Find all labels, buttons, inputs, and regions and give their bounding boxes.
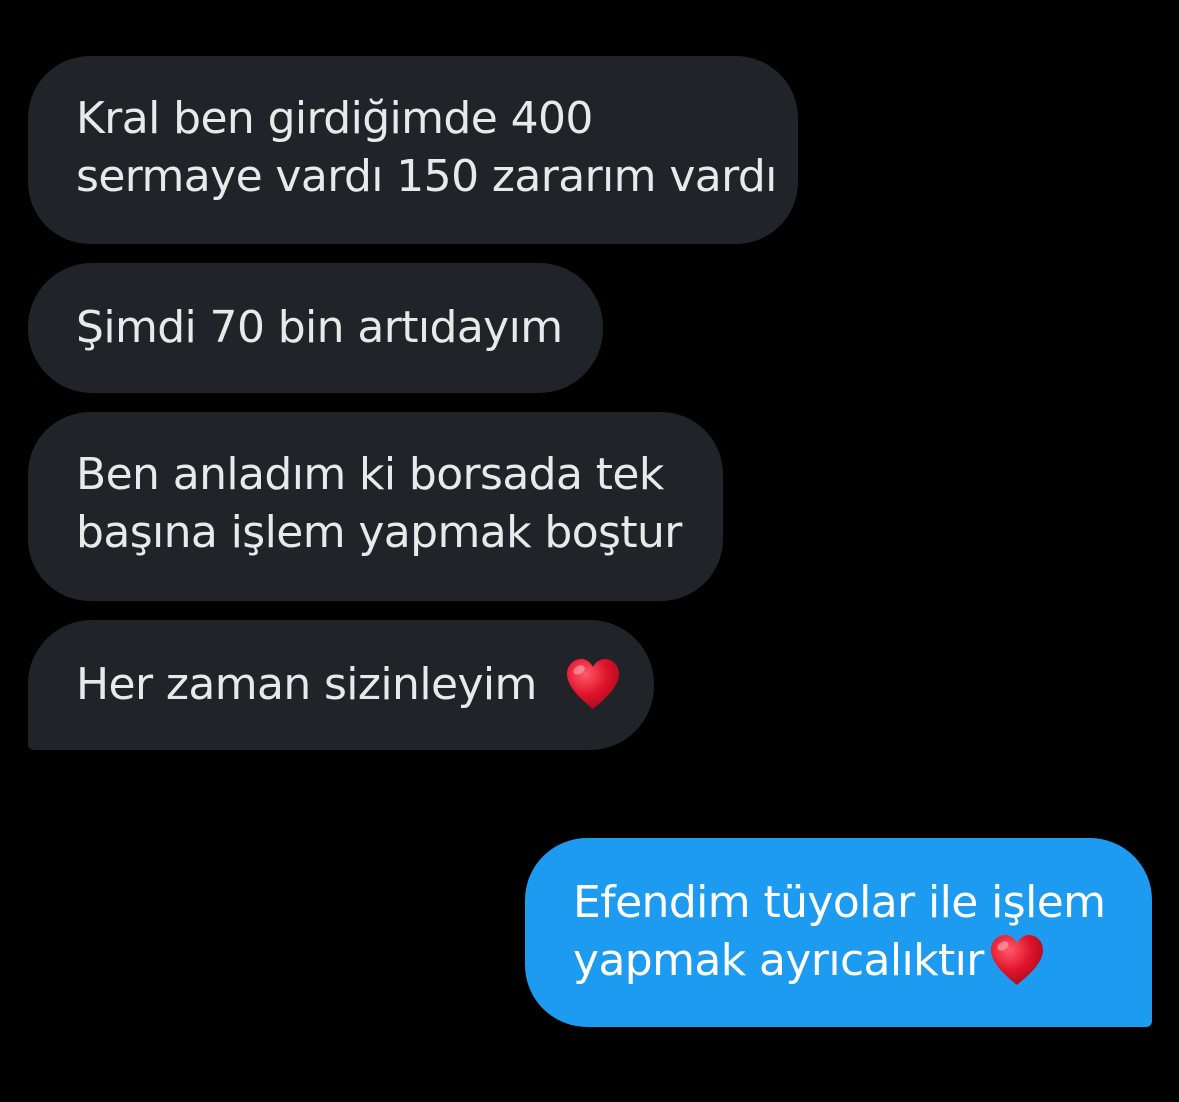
incoming-message-bubble[interactable]: Kral ben girdiğimde 400 sermaye vardı 15… xyxy=(28,56,798,244)
message-text-line: Kral ben girdiğimde 400 xyxy=(76,93,593,144)
message-text-line: başına işlem yapmak boştur xyxy=(76,507,682,558)
red-heart-icon xyxy=(564,657,622,711)
message-text-line: Şimdi 70 bin artıdayım xyxy=(76,302,563,353)
outgoing-message-bubble[interactable]: Efendim tüyolar ile işlem yapmak ayrıcal… xyxy=(525,838,1152,1027)
incoming-message-bubble[interactable]: Ben anladım ki borsada tek başına işlem … xyxy=(28,412,723,601)
message-text-line-with-emoji: yapmak ayrıcalıktır xyxy=(573,932,1104,990)
message-text-line: Her zaman sizinleyim xyxy=(76,659,537,710)
message-text: yapmak ayrıcalıktır xyxy=(573,935,984,986)
message-text-line: Ben anladım ki borsada tek xyxy=(76,449,664,500)
incoming-message-bubble[interactable]: Her zaman sizinleyim xyxy=(28,620,654,750)
red-heart-icon xyxy=(988,933,1046,987)
message-text-line: Efendim tüyolar ile işlem xyxy=(573,877,1106,928)
incoming-message-bubble[interactable]: Şimdi 70 bin artıdayım xyxy=(28,263,603,393)
message-text-line: sermaye vardı 150 zararım vardı xyxy=(76,151,777,202)
